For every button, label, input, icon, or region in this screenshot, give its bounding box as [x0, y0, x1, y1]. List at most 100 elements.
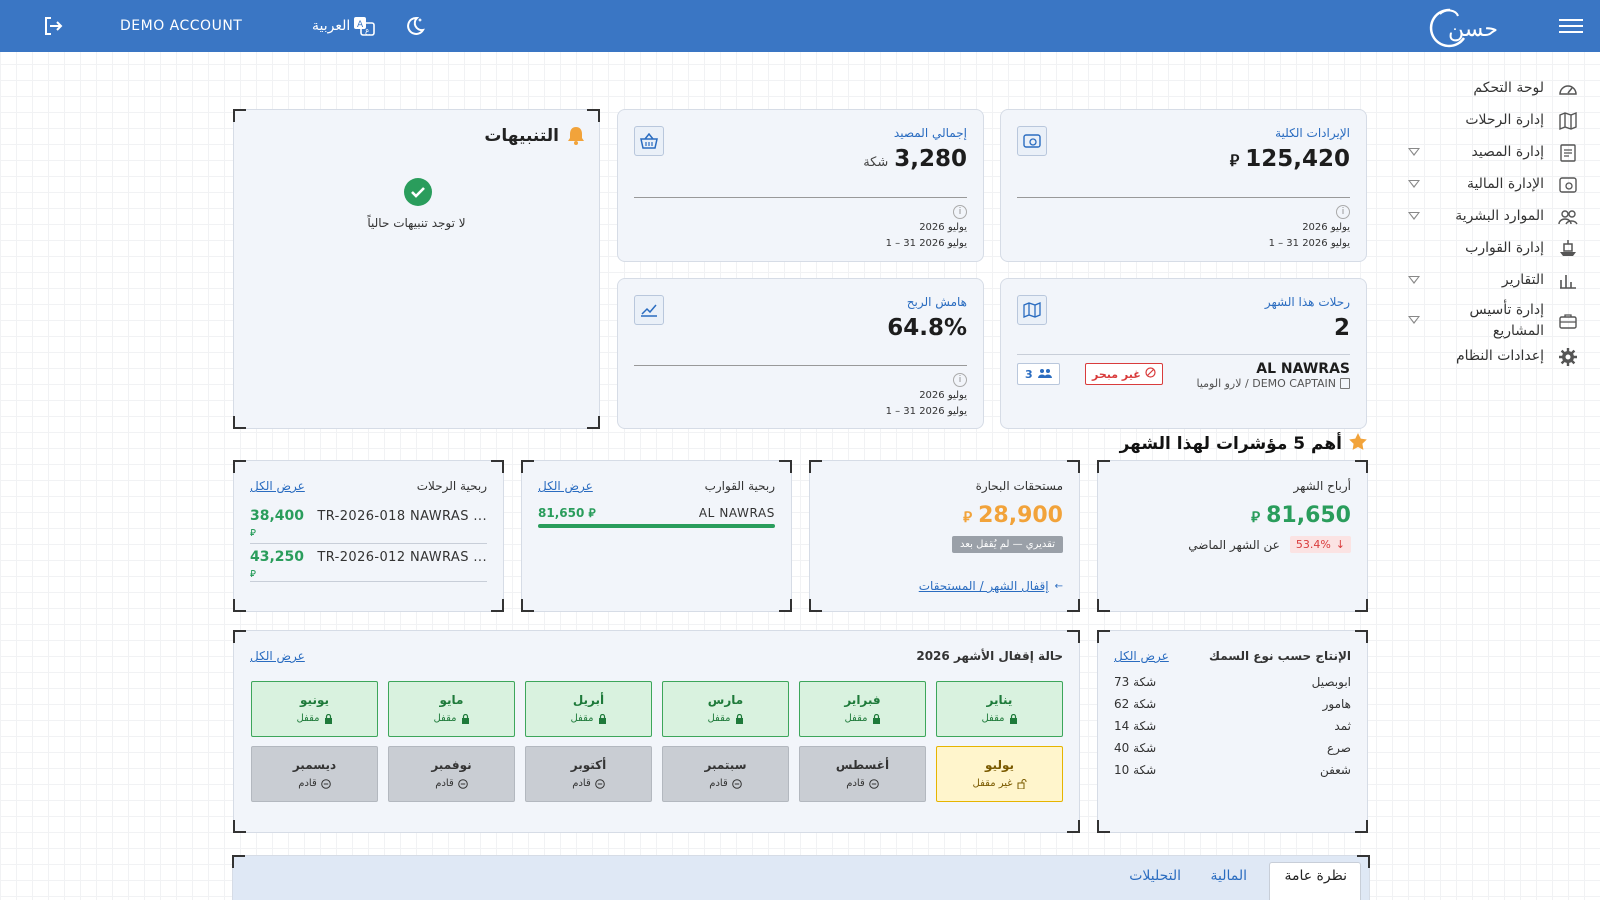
language-toggle[interactable]: العربية Aع [312, 0, 376, 52]
view-all-link[interactable]: عرض الكل [538, 479, 593, 493]
sidebar-item-label: إدارة القوارب [1465, 240, 1544, 256]
sidebar-item-trips[interactable]: إدارة الرحلات [1400, 110, 1578, 131]
sidebar-item-settings[interactable]: إعدادات النظام [1400, 346, 1578, 367]
sidebar-item-reports[interactable]: التقارير [1400, 270, 1578, 291]
widget-title: ربحية القوارب [704, 479, 775, 493]
basket-icon [634, 126, 664, 156]
logout-icon[interactable] [42, 0, 64, 52]
fish-production-widget: الإنتاج حسب نوع السمك عرض الكل 73 شكة ابو… [1097, 630, 1368, 833]
sidebar-item-hr[interactable]: الموارد البشرية [1400, 206, 1578, 227]
month-status-label: قادم [709, 778, 728, 789]
view-all-link[interactable]: عرض الكل [1114, 649, 1169, 663]
month-tile-8[interactable]: أغسطس قادم [799, 746, 926, 802]
month-tile-2[interactable]: فبراير مقفل [799, 681, 926, 737]
language-label: العربية [312, 18, 351, 34]
unlock-icon [1017, 778, 1027, 789]
sidebar-item-catch[interactable]: إدارة المصيد [1400, 142, 1578, 163]
info-icon[interactable]: i [1336, 205, 1350, 219]
list-item[interactable]: 43,250 ⃁ TR-2026-012 NAWRAS ... [250, 544, 487, 582]
info-icon[interactable]: i [953, 373, 967, 387]
kpi-value: ⃁ 125,420 [1230, 146, 1350, 172]
minus-circle-icon [868, 778, 879, 789]
month-name: سبتمبر [704, 758, 747, 772]
view-all-link[interactable]: عرض الكل [250, 649, 305, 663]
kpi-title: هامش الربح [906, 295, 967, 309]
demo-account-label[interactable]: DEMO ACCOUNT [120, 0, 242, 52]
month-status-label: مقفل [707, 713, 731, 724]
list-item[interactable]: 38,400 ⃁ TR-2026-018 NAWRAS ... [250, 506, 487, 544]
minus-circle-icon [457, 778, 468, 789]
sidebar-item-dashboard[interactable]: لوحة التحكم [1400, 78, 1578, 99]
kpi-range: 1 – 31 يوليو 2026 [885, 406, 967, 417]
minus-circle-icon [731, 778, 742, 789]
dark-mode-icon[interactable] [402, 0, 426, 52]
app-logo: حسن [1428, 0, 1510, 52]
kpi-range: 1 – 31 يوليو 2026 [885, 238, 967, 249]
list-item: 14 شكة ثمد [1114, 719, 1351, 733]
tab-finance[interactable]: المالية [1210, 868, 1247, 884]
change-badge: 53.4% ↓ [1289, 536, 1351, 553]
tab-overview[interactable]: نظرة عامة [1284, 868, 1347, 884]
list-item: 10 شكة شعفن [1114, 763, 1351, 777]
check-circle-icon [404, 178, 432, 206]
change-value: 53.4% [1295, 538, 1331, 551]
month-tile-6[interactable]: يونيو مقفل [251, 681, 378, 737]
sidebar-item-label: الإدارة المالية [1466, 176, 1544, 192]
month-status-label: مقفل [296, 713, 320, 724]
month-tile-4[interactable]: أبريل مقفل [525, 681, 652, 737]
month-tile-9[interactable]: سبتمبر قادم [662, 746, 789, 802]
month-tile-11[interactable]: نوفمبر قادم [388, 746, 515, 802]
top-bar: DEMO ACCOUNT العربية Aع حسن [0, 0, 1600, 52]
widget-title: الإنتاج حسب نوع السمك [1209, 649, 1351, 663]
month-tile-1[interactable]: يناير مقفل [936, 681, 1063, 737]
sidebar-item-boats[interactable]: إدارة القوارب [1400, 238, 1578, 259]
widget-title: مستحقات البحارة [975, 479, 1063, 493]
translate-icon: Aع [352, 15, 376, 37]
top5-title: أهم 5 مؤشرات لهذا الشهر [1119, 434, 1342, 454]
finance-icon [1017, 126, 1047, 156]
month-status: مقفل [252, 713, 377, 724]
close-month-link[interactable]: إقفال الشهر / المستحقات ← [919, 579, 1063, 593]
gear-icon [1558, 347, 1578, 367]
month-tile-12[interactable]: ديسمبر قادم [251, 746, 378, 802]
info-icon[interactable]: i [953, 205, 967, 219]
fish-qty: 14 شكة [1114, 719, 1157, 733]
month-tile-5[interactable]: مايو مقفل [388, 681, 515, 737]
boat-name: AL NAWRAS [698, 506, 775, 520]
month-status: مقفل [389, 713, 514, 724]
month-tile-3[interactable]: مارس مقفل [662, 681, 789, 737]
month-name: ديسمبر [292, 758, 337, 772]
month-status: قادم [526, 778, 651, 789]
alerts-empty-text: لا توجد تنبيهات حالياً [367, 216, 466, 230]
month-status-label: مقفل [844, 713, 868, 724]
month-status: قادم [800, 778, 925, 789]
profit-bar [538, 524, 775, 528]
list-item[interactable]: 81,650 ⃁ AL NAWRAS [538, 506, 775, 528]
fish-qty: 10 شكة [1114, 763, 1157, 777]
sidebar-item-finance[interactable]: الإدارة المالية [1400, 174, 1578, 195]
fish-qty: 62 شكة [1114, 697, 1157, 711]
month-name: مارس [707, 693, 744, 707]
month-tile-10[interactable]: أكتوبر قادم [525, 746, 652, 802]
month-name: فبراير [844, 693, 881, 707]
sidebar-item-projects[interactable]: إدارة تأسيس المشاريع [1400, 300, 1578, 342]
kpi-title: الإيرادات الكلية [1275, 126, 1350, 140]
sidebar-item-label: إدارة المصيد [1471, 144, 1544, 160]
fish-name: ابوبصيل [1311, 675, 1351, 689]
month-tile-7[interactable]: يوليو غير مقفل [936, 746, 1063, 802]
sailors-dues-widget: مستحقات البحارة ⃁ 28,900 تقديري — لم يُقف… [809, 460, 1080, 612]
crew-count-badge: 3 [1017, 363, 1060, 385]
currency-icon: ⃁ [963, 508, 973, 526]
kpi-card-catch: إجمالي المصيد شكة 3,280 i يوليو 2026 1 – … [617, 109, 984, 262]
gauge-icon [1558, 79, 1578, 99]
view-all-link[interactable]: عرض الكل [250, 479, 305, 493]
tab-analytics[interactable]: التحليلات [1129, 868, 1181, 884]
lock-icon [735, 713, 744, 724]
kpi-card-revenue: الإيرادات الكلية ⃁ 125,420 i يوليو 2026 1… [1000, 109, 1367, 262]
kpi-number: 125,420 [1245, 146, 1350, 172]
ship-icon [1558, 239, 1578, 259]
currency-icon: ⃁ [1251, 508, 1261, 526]
kpi-value: 2 [1333, 315, 1350, 341]
menu-icon[interactable] [1558, 0, 1584, 52]
sidebar-item-label: إدارة الرحلات [1465, 112, 1544, 128]
